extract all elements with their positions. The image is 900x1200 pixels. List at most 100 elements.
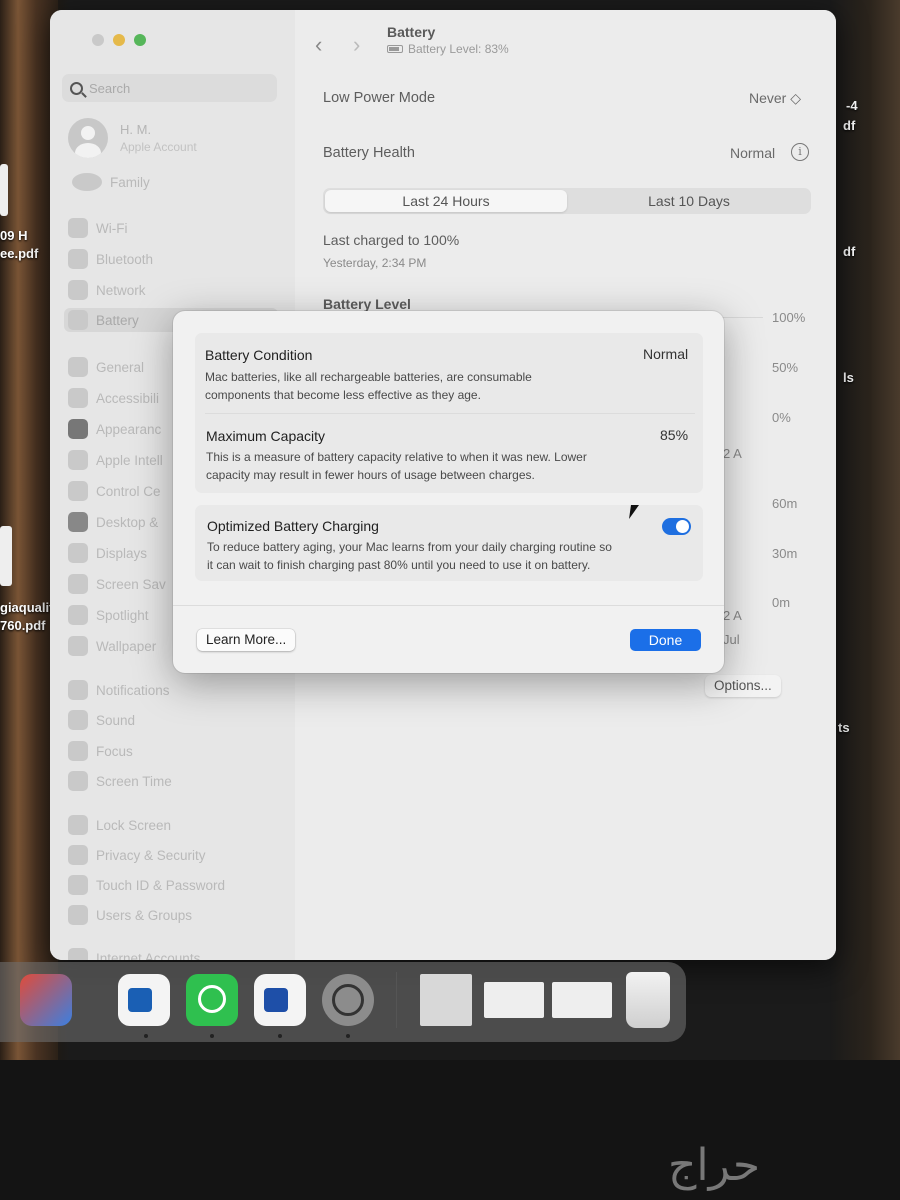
learn-more-button[interactable]: Learn More...	[197, 629, 296, 651]
sidebar-item-notifications[interactable]: Notifications	[64, 678, 278, 702]
desktop-file-label: ts	[838, 720, 850, 735]
spotlight-icon	[68, 605, 88, 625]
close-button[interactable]	[92, 34, 104, 46]
usage-axis-tick: 60m	[772, 496, 798, 511]
sidebar-item-label: Wallpaper	[96, 638, 157, 654]
trash-icon[interactable]	[626, 972, 670, 1028]
sidebar-item-sound[interactable]: Sound	[64, 708, 278, 732]
account-subtitle: Apple Account	[120, 140, 197, 154]
maximum-capacity-value: 85%	[660, 427, 689, 443]
running-indicator	[278, 1034, 282, 1038]
search-field[interactable]: Search	[62, 74, 277, 102]
sidebar-item-lock-screen[interactable]: Lock Screen	[64, 813, 278, 837]
sidebar-item-label: Sound	[96, 712, 136, 728]
sidebar-item-bluetooth[interactable]: Bluetooth	[64, 247, 278, 271]
usage-axis-tick: 0m	[772, 595, 791, 610]
desktop-dock-icon	[68, 512, 88, 532]
appearance-icon	[68, 419, 88, 439]
optimized-charging-group: Optimized Battery Charging To reduce bat…	[195, 505, 703, 581]
account-row[interactable]: H. M. Apple Account	[68, 118, 197, 158]
sidebar-item-label: Family	[110, 174, 150, 190]
sidebar-item-label: Control Ce	[96, 483, 161, 499]
sidebar-item-label: Appearanc	[96, 421, 162, 437]
whatsapp-icon[interactable]	[186, 974, 238, 1026]
time-axis-tick: Jul	[723, 632, 740, 647]
outlook-icon[interactable]	[118, 974, 170, 1026]
tab-last-10-days[interactable]: Last 10 Days	[569, 190, 809, 212]
desktop-file-icon[interactable]	[0, 526, 12, 586]
sidebar-item-label: Bluetooth	[96, 251, 154, 267]
desktop-file-label: df	[843, 118, 856, 133]
sidebar-item-label: General	[96, 359, 145, 375]
time-axis-tick: 2 A	[723, 446, 742, 461]
sidebar-item-family[interactable]: Family	[68, 170, 282, 194]
sidebar-item-label: Displays	[96, 545, 148, 561]
sidebar-item-label: Screen Time	[96, 773, 172, 789]
search-placeholder: Search	[89, 80, 131, 96]
document-thumbnail-icon[interactable]	[552, 982, 612, 1018]
sidebar-item-label: Spotlight	[96, 607, 149, 623]
low-power-mode-select[interactable]: Never ◇	[749, 90, 801, 107]
battery-level-subtitle: Battery Level: 83%	[387, 42, 509, 56]
last-charged-label: Last charged to 100%	[323, 232, 460, 248]
info-icon[interactable]: i	[791, 143, 809, 161]
zoom-button[interactable]	[134, 34, 146, 46]
maximum-capacity-title: Maximum Capacity	[206, 428, 326, 444]
level-axis-tick: 50%	[772, 360, 799, 375]
lock-icon	[68, 815, 88, 835]
avatar	[68, 118, 108, 158]
health-info-group: Battery Condition Normal Mac batteries, …	[195, 333, 703, 493]
fingerprint-icon	[68, 875, 88, 895]
document-thumbnail-icon[interactable]	[484, 982, 544, 1018]
desktop-file-icon[interactable]	[0, 164, 8, 216]
system-settings-icon[interactable]	[322, 974, 374, 1026]
sidebar-item-network[interactable]: Network	[64, 278, 278, 302]
bluetooth-icon	[68, 249, 88, 269]
battery-health-sheet: Battery Condition Normal Mac batteries, …	[173, 311, 724, 673]
low-power-mode-label: Low Power Mode	[323, 90, 436, 106]
battery-icon	[387, 45, 403, 53]
battery-condition-title: Battery Condition	[205, 347, 313, 363]
displays-icon	[68, 543, 88, 563]
sidebar-item-label: Accessibili	[96, 390, 160, 406]
family-icon	[72, 173, 102, 191]
optimized-charging-desc: it can wait to finish charging past 80% …	[207, 558, 591, 572]
sidebar-item-wifi[interactable]: Wi-Fi	[64, 216, 278, 240]
sidebar-item-label: Internet Accounts	[96, 950, 201, 961]
sidebar-item-label: Notifications	[96, 682, 170, 698]
sidebar-item-label: Battery	[96, 312, 139, 328]
sidebar-item-label: Screen Sav	[96, 576, 166, 592]
running-indicator	[144, 1034, 148, 1038]
iphone-mirroring-icon[interactable]	[20, 974, 72, 1026]
done-button[interactable]: Done	[630, 629, 701, 651]
sidebar-item-touch-id[interactable]: Touch ID & Password	[64, 873, 278, 897]
footer-divider	[173, 605, 724, 606]
time-axis-tick: 2 A	[723, 608, 742, 623]
sidebar-item-focus[interactable]: Focus	[64, 739, 278, 763]
sidebar-item-users[interactable]: Users & Groups	[64, 903, 278, 927]
account-name: H. M.	[120, 122, 152, 137]
battery-level-heading: Battery Level	[323, 296, 411, 312]
sidebar-item-internet-accounts[interactable]: Internet Accounts	[64, 946, 278, 960]
sidebar-item-privacy[interactable]: Privacy & Security	[64, 843, 278, 867]
desktop-file-label: giaqualit	[0, 600, 54, 615]
sidebar-item-label: Focus	[96, 743, 133, 759]
word-icon[interactable]	[254, 974, 306, 1026]
minimize-button[interactable]	[113, 34, 125, 46]
globe-icon	[68, 280, 88, 300]
sidebar-item-label: Desktop &	[96, 514, 159, 530]
tab-last-24-hours[interactable]: Last 24 Hours	[325, 190, 567, 212]
sidebar-item-label: Apple Intell	[96, 452, 163, 468]
options-button[interactable]: Options...	[705, 675, 781, 697]
document-stack-icon[interactable]	[420, 974, 472, 1026]
forward-button[interactable]: ›	[353, 32, 360, 58]
optimized-charging-toggle[interactable]	[662, 518, 691, 535]
sidebar-item-screen-time[interactable]: Screen Time	[64, 769, 278, 793]
privacy-hand-icon	[68, 845, 88, 865]
last-charged-time: Yesterday, 2:34 PM	[323, 256, 427, 270]
back-button[interactable]: ‹	[315, 32, 322, 58]
watermark: حراج	[668, 1140, 761, 1191]
sidebar-item-label: Touch ID & Password	[96, 877, 226, 893]
sidebar-item-label: Network	[96, 282, 146, 298]
desktop-file-label: -4	[846, 98, 858, 113]
